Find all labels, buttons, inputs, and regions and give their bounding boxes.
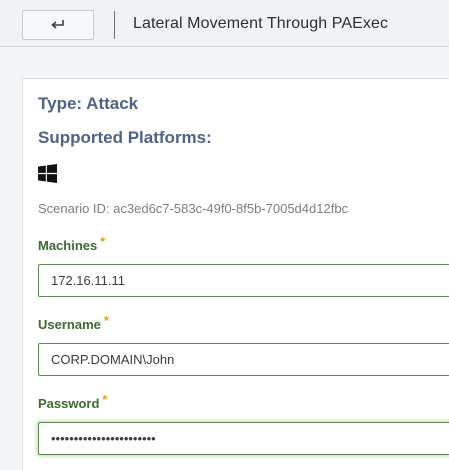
username-label-text: Username	[38, 317, 101, 332]
machines-label: Machines *	[38, 234, 105, 253]
back-button[interactable]	[22, 10, 94, 40]
password-label: Password *	[38, 392, 107, 411]
password-label-text: Password	[38, 396, 100, 411]
scenario-type: Type: Attack	[38, 94, 139, 113]
required-marker: *	[102, 392, 108, 407]
required-marker: *	[103, 313, 109, 328]
page-title: Lateral Movement Through PAExec	[133, 15, 389, 32]
password-input[interactable]	[38, 422, 449, 455]
machines-label-text: Machines	[38, 238, 98, 253]
header-divider	[114, 11, 115, 39]
username-label: Username *	[38, 313, 109, 332]
supported-platforms-heading: Supported Platforms:	[38, 128, 212, 147]
return-arrow-icon	[51, 20, 64, 29]
windows-icon	[38, 164, 57, 183]
top-bar: Lateral Movement Through PAExec	[0, 0, 449, 47]
scenario-id: Scenario ID: ac3ed6c7-583c-49f0-8f5b-700…	[38, 201, 349, 216]
username-input[interactable]	[38, 343, 449, 376]
machines-input[interactable]	[38, 264, 449, 297]
required-marker: *	[100, 234, 106, 249]
